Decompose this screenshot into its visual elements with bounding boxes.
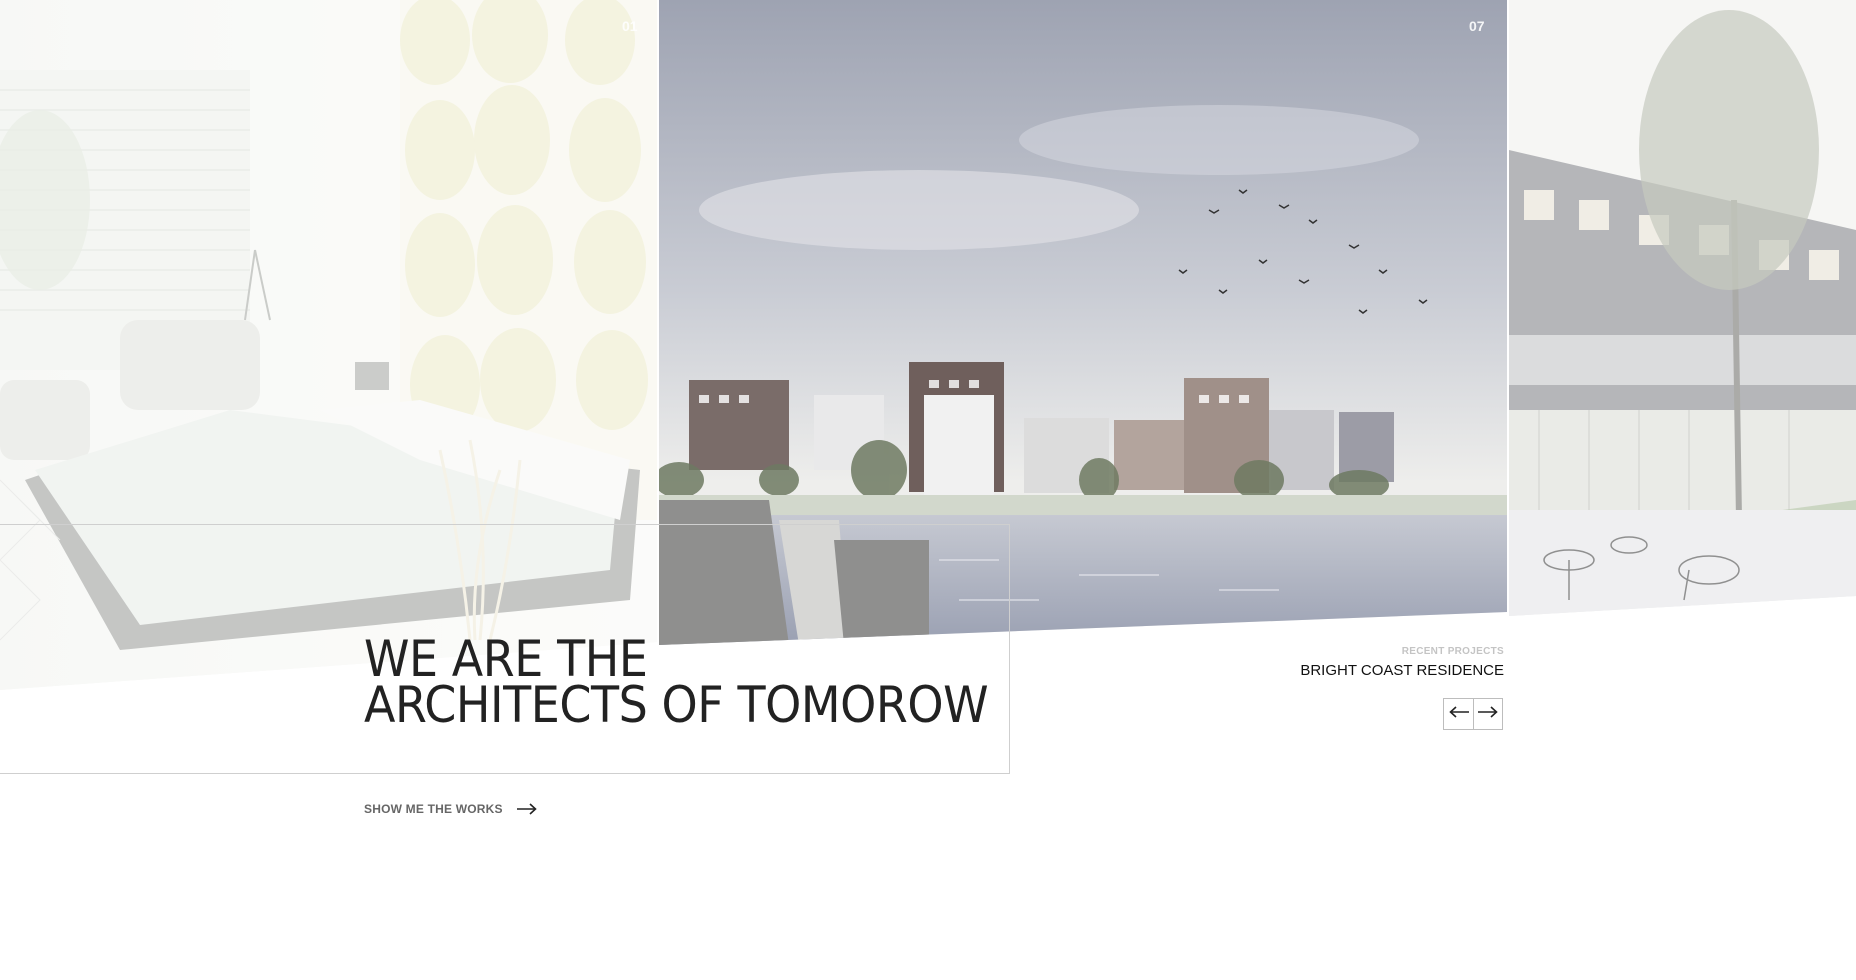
- hero-title-line-2: ARCHITECTS OF TOMOROW: [364, 676, 989, 734]
- prev-slide-button[interactable]: [1444, 699, 1473, 729]
- slider-nav: [1443, 698, 1503, 730]
- arrow-left-icon: [1448, 705, 1469, 723]
- hero-title: WE ARE THE ARCHITECTS OF TOMOROW: [364, 634, 989, 734]
- slide-number: 07: [1469, 18, 1485, 34]
- show-works-label: SHOW ME THE WORKS: [364, 802, 503, 816]
- arrow-right-icon: [1478, 705, 1498, 723]
- slide-courtyard[interactable]: [1509, 0, 1856, 616]
- project-name[interactable]: BRIGHT COAST RESIDENCE: [1300, 662, 1504, 679]
- show-works-link[interactable]: SHOW ME THE WORKS: [364, 802, 537, 816]
- building-courtyard-image: [1509, 0, 1856, 616]
- slide-number: 01: [622, 18, 638, 34]
- recent-projects-label: RECENT PROJECTS: [1401, 646, 1504, 657]
- next-slide-button[interactable]: [1473, 699, 1502, 729]
- arrow-right-icon: [516, 803, 537, 815]
